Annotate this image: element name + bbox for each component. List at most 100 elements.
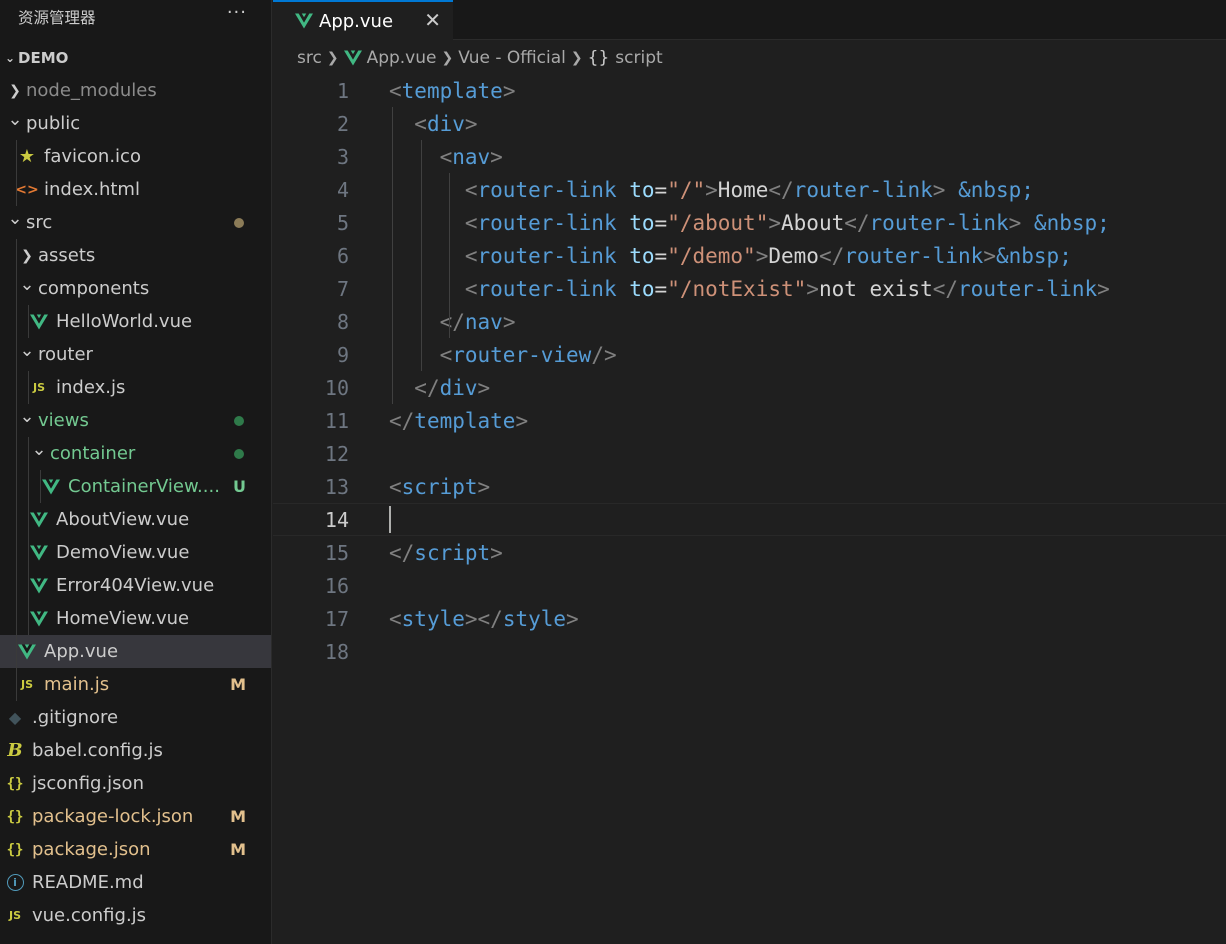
file-babel-config-js[interactable]: Bbabel.config.js [0,734,271,767]
file-package-json[interactable]: {} package.json M [0,833,271,866]
folder-public[interactable]: ⌄ public [0,107,271,140]
code-line[interactable]: 3 <nav> [273,140,1226,173]
explorer-header: 资源管理器 ··· [0,0,271,33]
info-icon: i [4,874,26,891]
modified-dot-icon [234,415,244,426]
code-text: <router-link to="/demo">Demo</router-lin… [464,243,1072,268]
tree-item-label: main.js [44,674,110,695]
workspace-section[interactable]: ⌄ DEMO [0,41,271,74]
code-line[interactable]: 2 <div> [273,107,1226,140]
file-index-js[interactable]: JS index.js [0,371,271,404]
code-line[interactable]: 6 <router-link to="/demo">Demo</router-l… [273,239,1226,272]
file-main-js[interactable]: JS main.js M [0,668,271,701]
tree-item-label: HomeView.vue [56,608,190,629]
file-app-vue[interactable]: App.vue [0,635,271,668]
tab-app-vue[interactable]: App.vue ✕ [273,0,453,40]
code-line[interactable]: 9 <router-view/> [273,338,1226,371]
js-icon: JS [20,678,33,691]
folder-container[interactable]: ⌄ container [0,437,271,470]
chevron-right-icon: ❯ [570,50,583,66]
close-tab-icon[interactable]: ✕ [424,8,441,32]
code-line[interactable]: 5 <router-link to="/about">About</router… [273,206,1226,239]
breadcrumb-language[interactable]: Vue - Official [458,48,566,68]
code-line[interactable]: 4 <router-link to="/">Home</router-link>… [273,173,1226,206]
file-index-html[interactable]: <> index.html [0,173,271,206]
folder-components[interactable]: ⌄ components [0,272,271,305]
folder-router[interactable]: ⌄ router [0,338,271,371]
file-aboutview-vue[interactable]: AboutView.vue [0,503,271,536]
tree-item-label: node_modules [26,80,157,101]
tree-item-label: views [38,410,89,431]
code-line[interactable]: 12 [273,437,1226,470]
folder-assets[interactable]: ❯ assets [0,239,271,272]
file--gitignore[interactable]: ◆ .gitignore [0,701,271,734]
vue-icon [28,611,50,627]
file-jsconfig-json[interactable]: {} jsconfig.json [0,767,271,800]
tree-item-label: App.vue [44,641,119,662]
vue-file-icon [295,13,313,29]
code-editor[interactable]: 1 <template> 2 <div> 3 <nav> 4 <router-link … [273,73,1226,944]
tree-item-label: router [38,344,93,365]
breadcrumb-symbol[interactable]: script [615,48,662,68]
line-number: 18 [324,639,349,664]
indent-guide [449,173,451,338]
code-line[interactable]: 13 <script> [273,470,1226,503]
code-line[interactable]: 8 </nav> [273,305,1226,338]
code-line[interactable]: 7 <router-link to="/notExist">not exist<… [273,272,1226,305]
tree-indent-guide [16,239,17,701]
code-text: <router-link to="/notExist">not exist</r… [464,276,1110,301]
html-icon: <> [15,181,39,198]
git-status-badge: U [233,477,246,496]
code-line[interactable]: 14 [273,503,1226,536]
line-number: 12 [324,441,349,466]
chevron-down-icon: ⌄ [19,274,35,295]
folder-node-modules[interactable]: ❯ node_modules [0,74,271,107]
chevron-right-icon: ❯ [21,247,33,264]
vue-icon [28,314,50,330]
file-error404view-vue[interactable]: Error404View.vue [0,569,271,602]
file-vue-config-js[interactable]: JS vue.config.js [0,899,271,932]
file-readme-md[interactable]: i README.md [0,866,271,899]
line-number: 1 [336,78,349,103]
tree-item-label: vue.config.js [32,905,147,926]
line-number: 16 [324,573,349,598]
tree-item-label: components [38,278,150,299]
code-line[interactable]: 10 </div> [273,371,1226,404]
file-homeview-vue[interactable]: HomeView.vue [0,602,271,635]
folder-views[interactable]: ⌄ views [0,404,271,437]
tree-indent-guide [28,371,29,404]
chevron-right-icon: ❯ [441,50,454,66]
file-demoview-vue[interactable]: DemoView.vue [0,536,271,569]
code-line[interactable]: 1 <template> [273,74,1226,107]
code-line[interactable]: 17 <style></style> [273,602,1226,635]
tree-indent-guide [40,470,41,503]
code-line[interactable]: 16 [273,569,1226,602]
workspace-name: DEMO [18,48,69,67]
vue-icon [28,578,50,594]
breadcrumb-file[interactable]: App.vue [367,48,437,68]
vue-file-icon [343,50,362,66]
code-text: <router-link to="/">Home</router-link> &… [464,177,1034,202]
code-line[interactable]: 15 </script> [273,536,1226,569]
line-number: 11 [324,408,349,433]
vue-icon [28,545,50,561]
line-number: 9 [336,342,349,367]
git-status-badge: M [230,840,246,859]
vue-icon [40,479,62,495]
chevron-down-icon: ⌄ [19,406,35,427]
tree-item-label: package.json [32,839,151,860]
tree-item-label: README.md [32,872,144,893]
code-line[interactable]: 18 [273,635,1226,668]
breadcrumb-src[interactable]: src [297,48,322,68]
file-helloworld-vue[interactable]: HelloWorld.vue [0,305,271,338]
tab-label: App.vue [319,10,394,32]
folder-src[interactable]: ⌄ src [0,206,271,239]
line-number: 13 [324,474,349,499]
more-actions-icon[interactable]: ··· [227,2,247,23]
line-number: 15 [324,540,349,565]
code-text: </script> [389,540,503,565]
file-package-lock-json[interactable]: {} package-lock.json M [0,800,271,833]
code-line[interactable]: 11 </template> [273,404,1226,437]
explorer-title: 资源管理器 [18,8,96,27]
file-favicon-ico[interactable]: ★ favicon.ico [0,140,271,173]
